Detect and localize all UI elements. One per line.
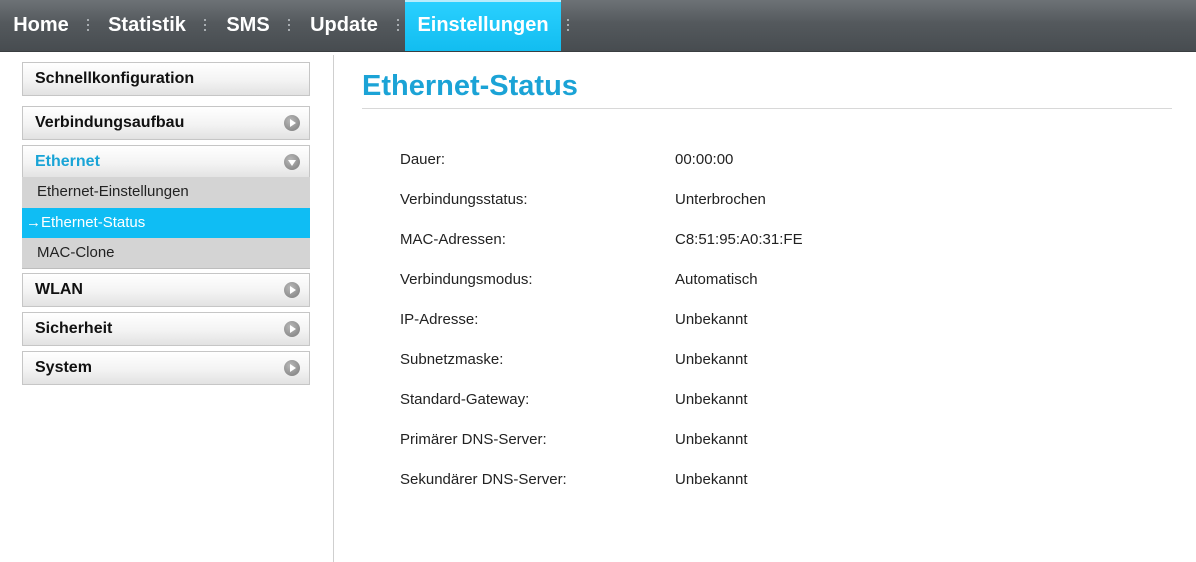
sidebar-item-label: WLAN bbox=[35, 281, 83, 298]
status-value-sekundaerer-dns: Unbekannt bbox=[675, 471, 748, 488]
status-value-verbindungsstatus: Unterbrochen bbox=[675, 191, 766, 208]
sidebar-item-system[interactable]: System bbox=[22, 351, 310, 385]
nav-separator bbox=[87, 19, 89, 31]
title-divider bbox=[362, 108, 1172, 109]
nav-separator bbox=[567, 19, 569, 31]
sidebar-item-ethernet[interactable]: Ethernet bbox=[22, 145, 310, 179]
sidebar-item-label: Verbindungsaufbau bbox=[35, 114, 185, 131]
sidebar-item-schnellkonfiguration[interactable]: Schnellkonfiguration bbox=[22, 62, 310, 96]
status-value-standard-gateway: Unbekannt bbox=[675, 391, 748, 408]
content-divider bbox=[333, 55, 334, 562]
sidebar-item-label: Ethernet bbox=[35, 153, 100, 170]
chevron-right-icon bbox=[284, 115, 300, 131]
ethernet-submenu: Ethernet-Einstellungen →Ethernet-Status … bbox=[22, 177, 310, 269]
sidebar-item-label: System bbox=[35, 359, 92, 376]
nav-tab-update[interactable]: Update bbox=[296, 0, 392, 51]
nav-tab-home[interactable]: Home bbox=[0, 0, 82, 51]
status-label-dauer: Dauer: bbox=[400, 151, 446, 168]
chevron-right-icon bbox=[284, 321, 300, 337]
sidebar-subitem-ethernet-status[interactable]: →Ethernet-Status bbox=[22, 208, 310, 238]
status-value-dauer: 00:00:00 bbox=[675, 151, 734, 168]
sidebar-item-label: Sicherheit bbox=[35, 320, 113, 337]
sidebar-item-label: Schnellkonfiguration bbox=[35, 70, 195, 87]
status-label-primaerer-dns: Primärer DNS-Server: bbox=[400, 431, 547, 448]
sidebar-item-wlan[interactable]: WLAN bbox=[22, 273, 310, 307]
status-label-verbindungsmodus: Verbindungsmodus: bbox=[400, 271, 533, 288]
status-label-mac-adressen: MAC-Adressen: bbox=[400, 231, 506, 248]
sidebar-item-sicherheit[interactable]: Sicherheit bbox=[22, 312, 310, 346]
nav-tab-sms[interactable]: SMS bbox=[212, 0, 284, 51]
status-label-standard-gateway: Standard-Gateway: bbox=[400, 391, 530, 408]
sidebar-subitem-ethernet-einstellungen[interactable]: Ethernet-Einstellungen bbox=[22, 177, 310, 207]
nav-tab-einstellungen[interactable]: Einstellungen bbox=[405, 0, 561, 51]
chevron-right-icon bbox=[284, 282, 300, 298]
chevron-down-icon bbox=[284, 154, 300, 170]
top-navigation-bar: Home Statistik SMS Update Einstellungen bbox=[0, 0, 1196, 52]
status-label-subnetzmaske: Subnetzmaske: bbox=[400, 351, 504, 368]
nav-separator bbox=[288, 19, 290, 31]
sidebar-item-verbindungsaufbau[interactable]: Verbindungsaufbau bbox=[22, 106, 310, 140]
status-value-subnetzmaske: Unbekannt bbox=[675, 351, 748, 368]
status-value-primaerer-dns: Unbekannt bbox=[675, 431, 748, 448]
status-label-sekundaerer-dns: Sekundärer DNS-Server: bbox=[400, 471, 567, 488]
nav-separator bbox=[204, 19, 206, 31]
status-value-mac-adressen: C8:51:95:A0:31:FE bbox=[675, 231, 803, 248]
status-label-ip-adresse: IP-Adresse: bbox=[400, 311, 479, 328]
status-value-ip-adresse: Unbekannt bbox=[675, 311, 748, 328]
status-value-verbindungsmodus: Automatisch bbox=[675, 271, 758, 288]
page-title: Ethernet-Status bbox=[362, 70, 578, 102]
nav-separator bbox=[397, 19, 399, 31]
status-label-verbindungsstatus: Verbindungsstatus: bbox=[400, 191, 528, 208]
nav-tab-statistik[interactable]: Statistik bbox=[94, 0, 200, 51]
chevron-right-icon bbox=[284, 360, 300, 376]
sidebar-subitem-mac-clone[interactable]: MAC-Clone bbox=[22, 238, 310, 268]
